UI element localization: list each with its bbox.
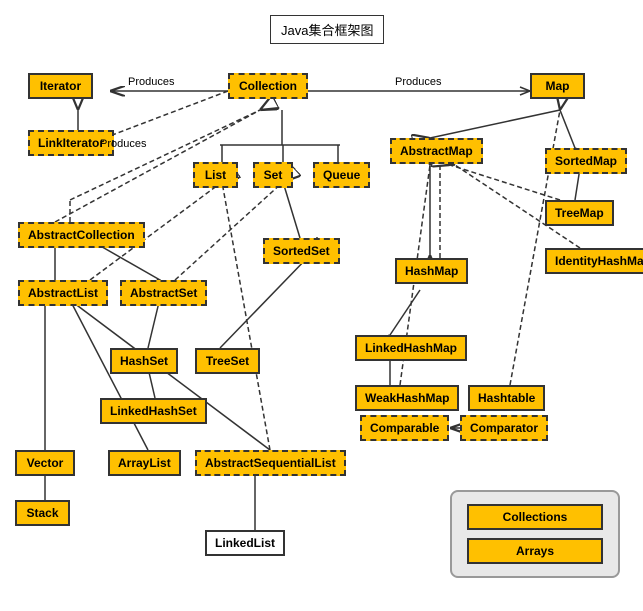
node-comparable[interactable]: Comparable <box>360 415 449 441</box>
node-set[interactable]: Set <box>253 162 293 188</box>
legend-box: Collections Arrays <box>450 490 620 578</box>
node-linkedlist[interactable]: LinkedList <box>205 530 285 556</box>
node-map[interactable]: Map <box>530 73 585 99</box>
node-list[interactable]: List <box>193 162 238 188</box>
node-hashset[interactable]: HashSet <box>110 348 178 374</box>
node-stack[interactable]: Stack <box>15 500 70 526</box>
node-arrays-legend[interactable]: Arrays <box>467 538 603 564</box>
node-linkedhashset[interactable]: LinkedHashSet <box>100 398 207 424</box>
node-iterator[interactable]: Iterator <box>28 73 93 99</box>
node-abstractcollection[interactable]: AbstractCollection <box>18 222 145 248</box>
node-collections-legend[interactable]: Collections <box>467 504 603 530</box>
node-collection[interactable]: Collection <box>228 73 308 99</box>
node-abstractlist[interactable]: AbstractList <box>18 280 108 306</box>
node-weakhashmap[interactable]: WeakHashMap <box>355 385 459 411</box>
node-abstractsequentiallist[interactable]: AbstractSequentialList <box>195 450 346 476</box>
node-comparator[interactable]: Comparator <box>460 415 548 441</box>
label-produces-1: Produces <box>128 76 174 88</box>
label-produces-2: Produces <box>395 76 441 88</box>
title-box: Java集合框架图 <box>270 15 384 44</box>
node-hashtable[interactable]: Hashtable <box>468 385 545 411</box>
node-sortedset[interactable]: SortedSet <box>263 238 340 264</box>
title-text: Java集合框架图 <box>281 23 373 38</box>
label-produces-3: Produces <box>100 138 146 150</box>
node-arraylist[interactable]: ArrayList <box>108 450 181 476</box>
node-linkedhashmap[interactable]: LinkedHashMap <box>355 335 467 361</box>
diagram: Java集合框架图 Collection Iterator Map Produc… <box>0 0 643 611</box>
node-abstractmap[interactable]: AbstractMap <box>390 138 483 164</box>
node-queue[interactable]: Queue <box>313 162 370 188</box>
node-treemap[interactable]: TreeMap <box>545 200 614 226</box>
node-abstractset[interactable]: AbstractSet <box>120 280 207 306</box>
node-identityhashmap[interactable]: IdentityHashMap <box>545 248 643 274</box>
node-sortedmap[interactable]: SortedMap <box>545 148 627 174</box>
node-vector[interactable]: Vector <box>15 450 75 476</box>
node-hashmap[interactable]: HashMap <box>395 258 468 284</box>
node-treeset[interactable]: TreeSet <box>195 348 260 374</box>
